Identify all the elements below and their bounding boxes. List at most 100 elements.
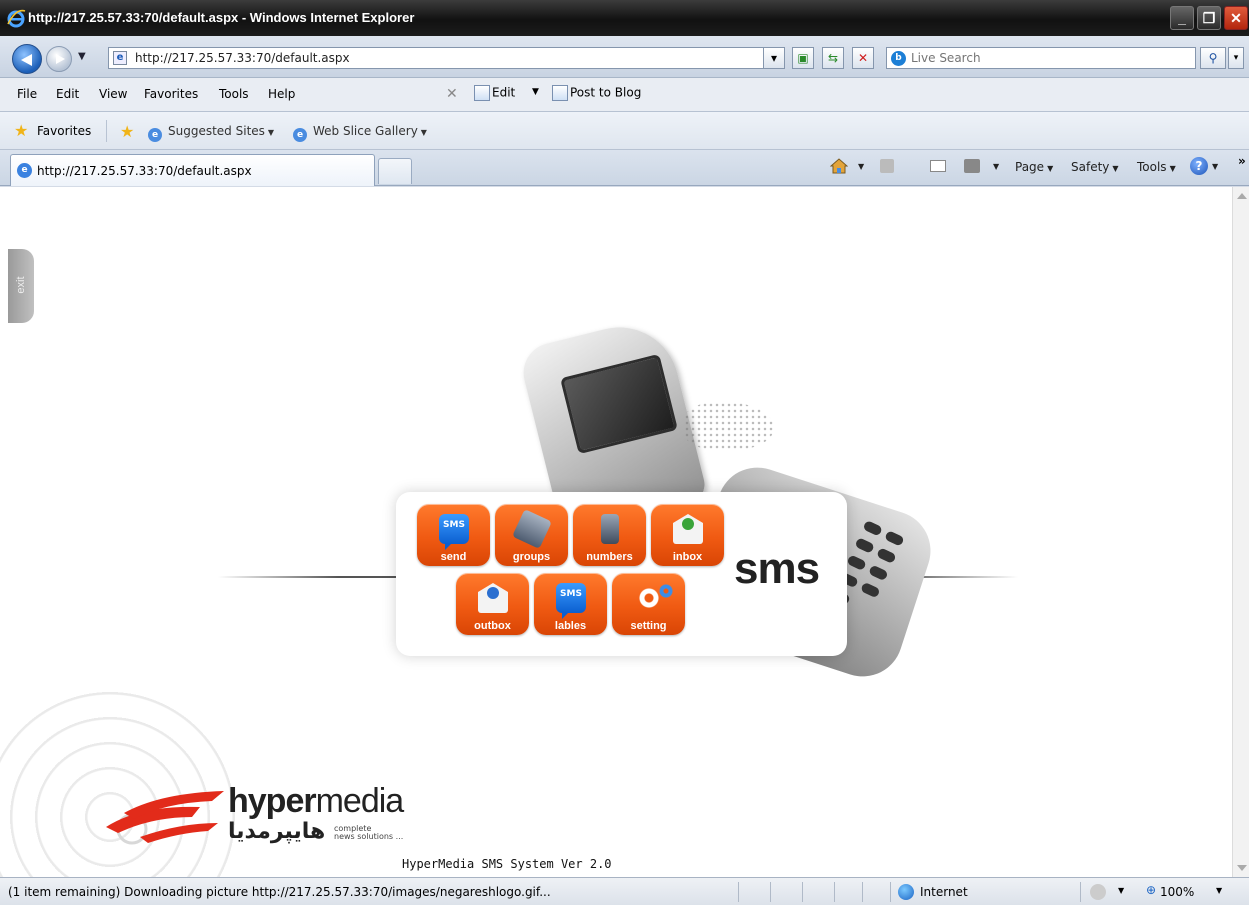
tab-active[interactable]: e http://217.25.57.33:70/default.aspx [10,154,375,186]
post-to-blog-label: Post to Blog [570,85,642,100]
close-button[interactable]: ✕ [1224,6,1248,30]
new-tab-button[interactable] [378,158,412,184]
gear-icon [658,583,674,599]
blog-icon [552,85,568,101]
sms-heading: sms [734,544,820,593]
help-dropdown[interactable]: ▼ [1212,162,1218,171]
forward-button[interactable] [46,46,72,72]
ie-logo-icon [7,9,26,28]
page-content: exit SMS send groups numbers inbox outbo… [0,187,1232,877]
status-divider [802,882,803,902]
logo-arabic-text: هایپرمدیا [228,819,326,844]
vertical-scrollbar[interactable] [1232,187,1249,877]
menu-favorites[interactable]: Favorites [144,87,198,101]
numbers-label: numbers [586,551,633,563]
search-options-dropdown[interactable]: ▾ [1228,47,1244,69]
scroll-down-icon[interactable] [1237,865,1247,871]
send-button[interactable]: SMS send [417,504,490,566]
chevron-more-icon[interactable]: » [1238,154,1246,168]
protected-mode-dropdown[interactable]: ▼ [1118,886,1124,895]
print-icon[interactable] [964,159,980,173]
page-icon: e [113,51,127,65]
safety-menu-label: Safety [1071,160,1110,174]
exit-label: exit [15,276,27,294]
zoom-dropdown[interactable]: ▼ [1216,886,1222,895]
add-to-favorites-icon[interactable]: ★ [120,122,134,141]
zoom-icon[interactable]: ⊕ [1146,883,1156,897]
home-icon[interactable] [829,158,849,174]
logo-name-light: media [315,782,405,820]
safety-menu[interactable]: Safety ▼ [1071,160,1119,174]
web-slice-gallery-link[interactable]: e Web Slice Gallery ▼ [293,124,427,142]
zoom-level[interactable]: 100% [1160,885,1194,899]
sms-bubble-icon: SMS [439,514,469,550]
window-title: http://217.25.57.33:70/default.aspx - Wi… [28,10,415,25]
groups-button[interactable]: groups [495,504,568,566]
chevron-down-icon: ▼ [420,128,427,137]
setting-button[interactable]: setting [612,573,685,635]
status-divider [1080,882,1081,902]
tools-menu[interactable]: Tools ▼ [1137,160,1176,174]
web-slice-gallery-label: Web Slice Gallery [313,124,418,138]
refresh-icon[interactable]: ⇆ [822,47,844,69]
feeds-icon[interactable] [880,159,894,173]
version-text: HyperMedia SMS System Ver 2.0 [402,857,612,871]
sms-menu-panel: SMS send groups numbers inbox outbox SMS… [396,492,847,656]
home-dropdown[interactable]: ▼ [858,162,864,171]
page-menu[interactable]: Page ▼ [1015,160,1053,174]
menu-edit[interactable]: Edit [56,87,79,101]
help-icon[interactable]: ? [1190,157,1208,175]
inbox-button[interactable]: inbox [651,504,724,566]
scroll-up-icon[interactable] [1237,193,1247,199]
outbox-button[interactable]: outbox [456,573,529,635]
logo-tagline: complete news solutions ... [334,825,403,841]
back-button[interactable] [12,44,42,74]
compatibility-view-icon[interactable]: ▣ [792,47,814,69]
close-toolbar-icon[interactable]: ✕ [446,86,458,102]
status-divider [862,882,863,902]
ie-page-icon: e [17,163,32,178]
status-divider [738,882,739,902]
recent-pages-dropdown[interactable]: ▼ [78,51,86,62]
menu-view[interactable]: View [99,87,127,101]
address-bar[interactable]: e http://217.25.57.33:70/default.aspx [108,47,780,69]
lables-button[interactable]: SMS lables [534,573,607,635]
address-dropdown-button[interactable]: ▾ [763,47,785,69]
post-to-blog-button[interactable]: Post to Blog [552,85,641,101]
menu-tools[interactable]: Tools [219,87,249,101]
menu-help[interactable]: Help [268,87,295,101]
security-zone[interactable]: Internet [920,885,968,899]
minimize-button[interactable]: _ [1170,6,1194,30]
tab-bar: e http://217.25.57.33:70/default.aspx ▼ … [0,150,1249,186]
phones-group-icon [512,509,552,549]
favorites-star-icon: ★ [14,121,29,140]
favorites-button[interactable]: Favorites [37,124,91,138]
status-divider [890,882,891,902]
chevron-down-icon: ▼ [267,128,275,137]
chevron-down-icon: ▼ [1169,164,1176,173]
address-url[interactable]: http://217.25.57.33:70/default.aspx [135,51,350,65]
search-icon[interactable]: ⚲ [1200,47,1226,69]
status-divider [834,882,835,902]
edit-button[interactable]: Edit [474,85,515,101]
search-input[interactable] [911,50,1181,66]
tools-menu-label: Tools [1137,160,1167,174]
title-bar: http://217.25.57.33:70/default.aspx - Wi… [0,0,1249,36]
groups-label: groups [512,551,551,563]
read-mail-icon[interactable] [930,160,946,172]
maximize-button[interactable]: ❐ [1197,6,1221,30]
world-map-graphic [684,402,774,450]
page-menu-label: Page [1015,160,1045,174]
ie-page-icon: e [293,128,307,142]
status-divider [770,882,771,902]
print-dropdown[interactable]: ▼ [993,162,999,171]
search-box[interactable]: b [886,47,1196,69]
menu-file[interactable]: File [17,87,37,101]
stop-icon[interactable]: ✕ [852,47,874,69]
numbers-button[interactable]: numbers [573,504,646,566]
edit-dropdown[interactable]: ▼ [532,87,539,97]
logo-tagline-line2: news solutions ... [334,832,404,841]
protected-mode-icon[interactable] [1090,884,1106,900]
suggested-sites-link[interactable]: e Suggested Sites ▼ [148,124,274,142]
exit-button[interactable]: exit [8,249,34,323]
